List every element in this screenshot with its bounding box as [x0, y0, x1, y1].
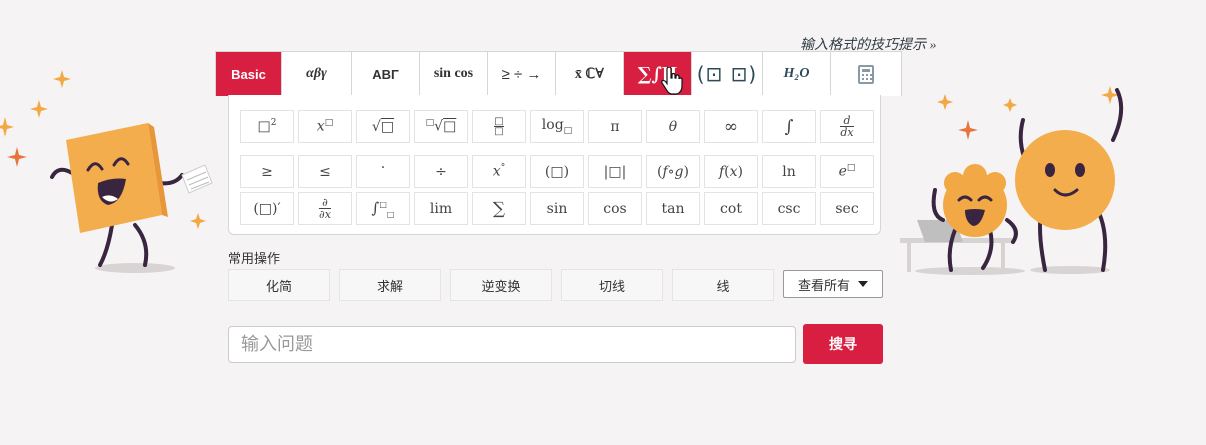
key-definite-integral[interactable]: ∫□□: [356, 192, 410, 225]
key-cot[interactable]: cot: [704, 192, 758, 225]
key-geq[interactable]: ≥: [240, 155, 294, 188]
key-sqrt[interactable]: √□: [356, 110, 410, 143]
tab-greek[interactable]: αβγ: [282, 52, 352, 96]
key-tan[interactable]: tan: [646, 192, 700, 225]
tab-sets-label: x̄ ℂ∀: [574, 66, 605, 82]
hand-pointer-icon: [661, 67, 683, 95]
key-square[interactable]: □2: [240, 110, 294, 143]
tab-basic[interactable]: Basic: [216, 52, 282, 96]
key-prime[interactable]: (□)′: [240, 192, 294, 225]
tab-basic-label: Basic: [231, 66, 266, 82]
search-input[interactable]: [228, 326, 796, 363]
tab-matrix[interactable]: (⊡ ⊡): [692, 52, 763, 96]
tab-operators-label: ≥ ÷ →: [501, 65, 542, 83]
key-sin[interactable]: sin: [530, 192, 584, 225]
caret-down-icon: [858, 281, 868, 287]
key-ln[interactable]: ln: [762, 155, 816, 188]
characters-with-laptop-illustration: [900, 86, 1124, 275]
keyboard-tabs: Basic αβγ ΑΒΓ sin cos ≥ ÷ → x̄ ℂ∀ ∑∫∏ (⊡…: [215, 51, 902, 96]
symbol-panel: □2 x□ √□ □√□ □ □ log□ π θ ∞ ∫ d dx ≥ ≤ · ÷…: [228, 95, 881, 235]
tab-greek-label: αβγ: [306, 66, 327, 81]
tab-matrix-label: (⊡ ⊡): [696, 62, 758, 86]
key-composition[interactable]: (f∘g): [646, 155, 700, 188]
solve-button[interactable]: 求解: [339, 269, 441, 301]
tangent-button[interactable]: 切线: [561, 269, 663, 301]
tab-operators[interactable]: ≥ ÷ →: [488, 52, 556, 96]
simplify-button[interactable]: 化简: [228, 269, 330, 301]
key-divide[interactable]: ÷: [414, 155, 468, 188]
key-cdot[interactable]: ·: [356, 155, 410, 188]
view-all-dropdown[interactable]: 查看所有: [783, 270, 883, 298]
key-csc[interactable]: csc: [762, 192, 816, 225]
tab-greek-upper[interactable]: ΑΒΓ: [352, 52, 420, 96]
tab-trig-label: sin cos: [433, 66, 474, 81]
common-ops-label: 常用操作: [228, 251, 281, 266]
key-partial[interactable]: ∂ ∂x: [298, 192, 352, 225]
key-parentheses[interactable]: (□): [530, 155, 584, 188]
key-sum[interactable]: ∑: [472, 192, 526, 225]
key-leq[interactable]: ≤: [298, 155, 352, 188]
key-absolute[interactable]: |□|: [588, 155, 642, 188]
view-all-label: 查看所有: [797, 277, 850, 293]
key-power[interactable]: x□: [298, 110, 352, 143]
key-limit[interactable]: lim: [414, 192, 468, 225]
search-button[interactable]: 搜寻: [803, 324, 883, 364]
key-cos[interactable]: cos: [588, 192, 642, 225]
key-sec[interactable]: sec: [820, 192, 874, 225]
line-button[interactable]: 线: [672, 269, 774, 301]
key-degree[interactable]: x°: [472, 155, 526, 188]
tab-greek-upper-label: ΑΒΓ: [372, 66, 399, 82]
tab-chemistry-label: H₂O: [783, 66, 810, 81]
key-exp[interactable]: e□: [820, 155, 874, 188]
calculator-icon: [858, 64, 874, 84]
key-derivative[interactable]: d dx: [820, 110, 874, 143]
key-theta[interactable]: θ: [646, 110, 700, 143]
key-integral[interactable]: ∫: [762, 110, 816, 143]
tab-chemistry[interactable]: H₂O: [763, 52, 831, 96]
tab-calculator[interactable]: [831, 52, 901, 96]
tab-sets[interactable]: x̄ ℂ∀: [556, 52, 624, 96]
key-infinity[interactable]: ∞: [704, 110, 758, 143]
book-character-illustration: [0, 70, 213, 273]
key-pi[interactable]: π: [588, 110, 642, 143]
key-function[interactable]: f(x): [704, 155, 758, 188]
tab-trig[interactable]: sin cos: [420, 52, 488, 96]
key-fraction[interactable]: □ □: [472, 110, 526, 143]
key-nth-root[interactable]: □√□: [414, 110, 468, 143]
inverse-button[interactable]: 逆变换: [450, 269, 552, 301]
key-log[interactable]: log□: [530, 110, 584, 143]
